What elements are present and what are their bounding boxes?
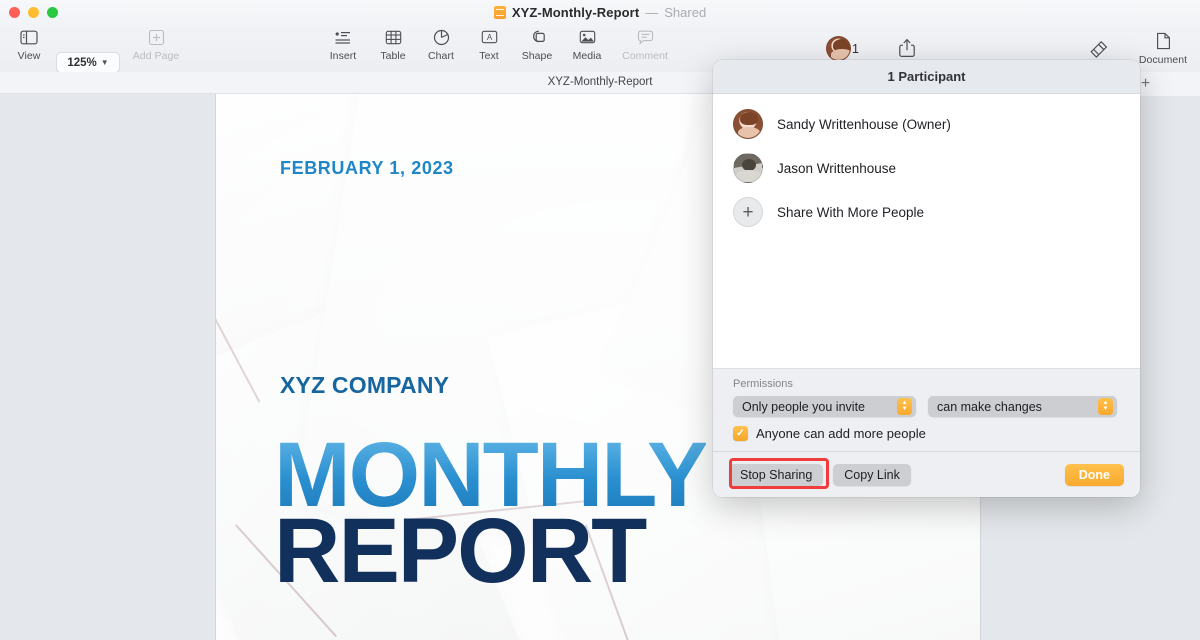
chart-label: Chart [428,50,454,62]
copy-link-button[interactable]: Copy Link [833,463,911,486]
share-button[interactable] [898,37,916,59]
comment-icon [637,26,654,48]
svg-text:A: A [486,33,492,42]
list-item[interactable]: Jason Writtenhouse [713,146,1140,190]
text-box-icon: A [481,26,498,48]
pages-document-icon [493,6,506,19]
participant-name: Sandy Writtenhouse (Owner) [777,116,951,132]
share-with-more-people-label: Share With More People [777,204,925,220]
sidebar-icon [20,26,38,48]
comment-label: Comment [622,50,668,62]
comment-button[interactable]: Comment [616,26,674,62]
keynote-pages-window: XYZ-Monthly-Report — Shared View 125% ▼ … [0,0,1200,640]
view-label: View [17,50,41,62]
participant-list: Sandy Writtenhouse (Owner) Jason Written… [713,94,1140,368]
zoom-select[interactable]: 125% ▼ [56,52,120,73]
popover-header: 1 Participant [713,60,1140,94]
anyone-can-add-checkbox-row[interactable]: ✓ Anyone can add more people [733,426,1120,441]
participant-name: Jason Writtenhouse [777,160,897,176]
share-with-more-people-row[interactable]: + Share With More People [713,190,1140,234]
page-thumbnails-sidebar[interactable] [0,94,216,640]
collaboration-popover: 1 Participant Sandy Writtenhouse (Owner)… [713,60,1140,497]
cover-title-line2[interactable]: REPORT [274,505,647,597]
done-button[interactable]: Done [1064,463,1124,486]
permissions-section: Permissions Only people you invite ▲ ▼ ca… [713,368,1140,451]
chart-icon [433,26,450,48]
avatar-collaborate-icon [826,36,851,61]
cover-date[interactable]: FEBRUARY 1, 2023 [280,158,454,179]
add-page-button[interactable]: Add Page [127,26,185,62]
plus-circle-icon: + [733,197,763,227]
add-page-label: Add Page [132,50,180,62]
document-inspector-button[interactable]: Document [1134,30,1192,66]
view-button[interactable]: View [0,26,58,62]
access-select-value: Only people you invite [742,399,865,414]
zoom-value: 125% [67,56,97,69]
insert-label: Insert [329,50,357,62]
title-separator: — [645,5,659,20]
insert-icon [334,26,352,48]
collaborate-button[interactable]: 1 [826,36,859,61]
media-icon [579,26,596,48]
title-bar: XYZ-Monthly-Report — Shared [0,0,1200,24]
share-icon [898,37,916,59]
cover-company[interactable]: XYZ COMPANY [280,372,449,399]
chevron-down-icon: ▼ [100,57,109,67]
popover-footer: Stop Sharing Copy Link Done [713,451,1140,497]
document-title: XYZ-Monthly-Report [511,5,640,20]
shared-status-label: Shared [664,5,707,20]
checkbox-checked-icon[interactable]: ✓ [733,426,748,441]
stepper-icon: ▲ ▼ [1098,398,1113,415]
list-item[interactable]: Sandy Writtenhouse (Owner) [713,102,1140,146]
avatar [733,153,763,183]
media-label: Media [572,50,602,62]
privilege-select[interactable]: can make changes ▲ ▼ [928,396,1117,417]
anyone-can-add-label: Anyone can add more people [756,426,926,441]
privilege-select-value: can make changes [937,399,1042,414]
permissions-label: Permissions [733,378,793,390]
collaborator-count-badge: 1 [852,41,859,56]
stop-sharing-button[interactable]: Stop Sharing [729,463,824,486]
document-title-group[interactable]: XYZ-Monthly-Report — Shared [0,4,1200,21]
avatar [733,109,763,139]
plus-square-icon [148,26,165,48]
stepper-icon: ▲ ▼ [897,398,912,415]
table-label: Table [380,50,406,62]
table-icon [385,26,402,48]
document-label: Document [1138,54,1188,66]
document-icon [1156,30,1171,52]
shape-icon [529,26,546,48]
format-brush-icon [1089,38,1109,60]
media-button[interactable]: Media [558,26,616,62]
format-brush-button[interactable] [1089,38,1109,60]
text-label: Text [479,50,499,62]
access-select[interactable]: Only people you invite ▲ ▼ [733,396,916,417]
shape-label: Shape [521,50,553,62]
